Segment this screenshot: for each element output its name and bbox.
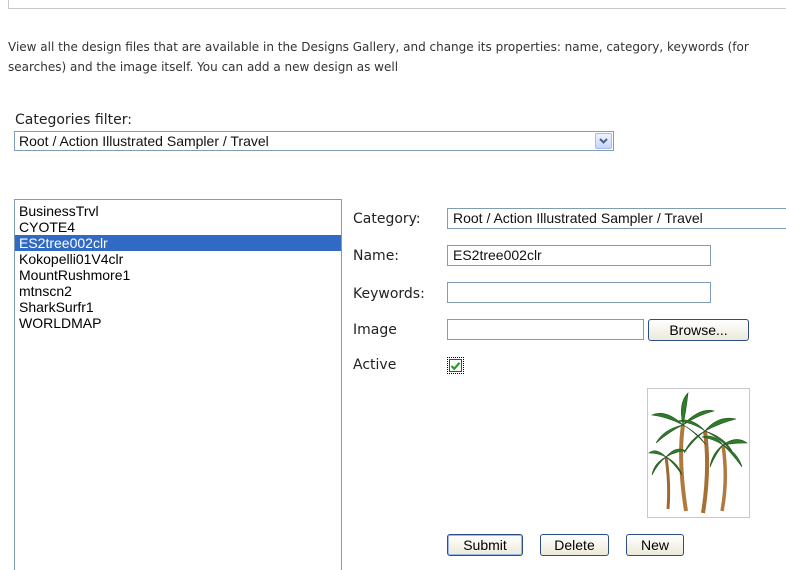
image-label: Image (353, 322, 397, 338)
image-path-field[interactable] (447, 319, 644, 340)
designs-list[interactable]: BusinessTrvl CYOTE4 ES2tree002clr Kokope… (14, 199, 342, 570)
page-description: View all the design files that are avail… (8, 40, 749, 74)
keywords-label: Keywords: (353, 286, 425, 302)
active-label: Active (353, 357, 397, 373)
new-button[interactable]: New (626, 534, 684, 556)
palm-trees-image (648, 392, 748, 514)
list-item-selected[interactable]: ES2tree002clr (15, 235, 341, 251)
list-item[interactable]: CYOTE4 (15, 219, 341, 235)
list-item[interactable]: mtnscn2 (15, 283, 341, 299)
check-icon (450, 361, 461, 370)
top-panel-edge (8, 0, 786, 9)
chevron-down-icon[interactable] (595, 133, 612, 149)
browse-button[interactable]: Browse... (648, 319, 749, 341)
design-preview-image (647, 388, 750, 518)
active-checkbox[interactable] (447, 357, 464, 374)
name-field[interactable]: ES2tree002clr (447, 245, 711, 266)
list-item[interactable]: Kokopelli01V4clr (15, 251, 341, 267)
name-label: Name: (353, 248, 400, 264)
submit-button[interactable]: Submit (447, 534, 523, 556)
list-item[interactable]: MountRushmore1 (15, 267, 341, 283)
categories-filter-select[interactable]: Root / Action Illustrated Sampler / Trav… (14, 131, 614, 151)
list-item[interactable]: SharkSurfr1 (15, 299, 341, 315)
list-item[interactable]: BusinessTrvl (15, 203, 341, 219)
categories-filter-value: Root / Action Illustrated Sampler / Trav… (19, 133, 269, 149)
keywords-field[interactable] (447, 282, 711, 303)
category-field[interactable]: Root / Action Illustrated Sampler / Trav… (447, 208, 786, 229)
delete-button[interactable]: Delete (540, 534, 609, 556)
categories-filter-label: Categories filter: (15, 112, 132, 128)
list-item[interactable]: WORLDMAP (15, 315, 341, 331)
category-label: Category: (353, 211, 421, 227)
